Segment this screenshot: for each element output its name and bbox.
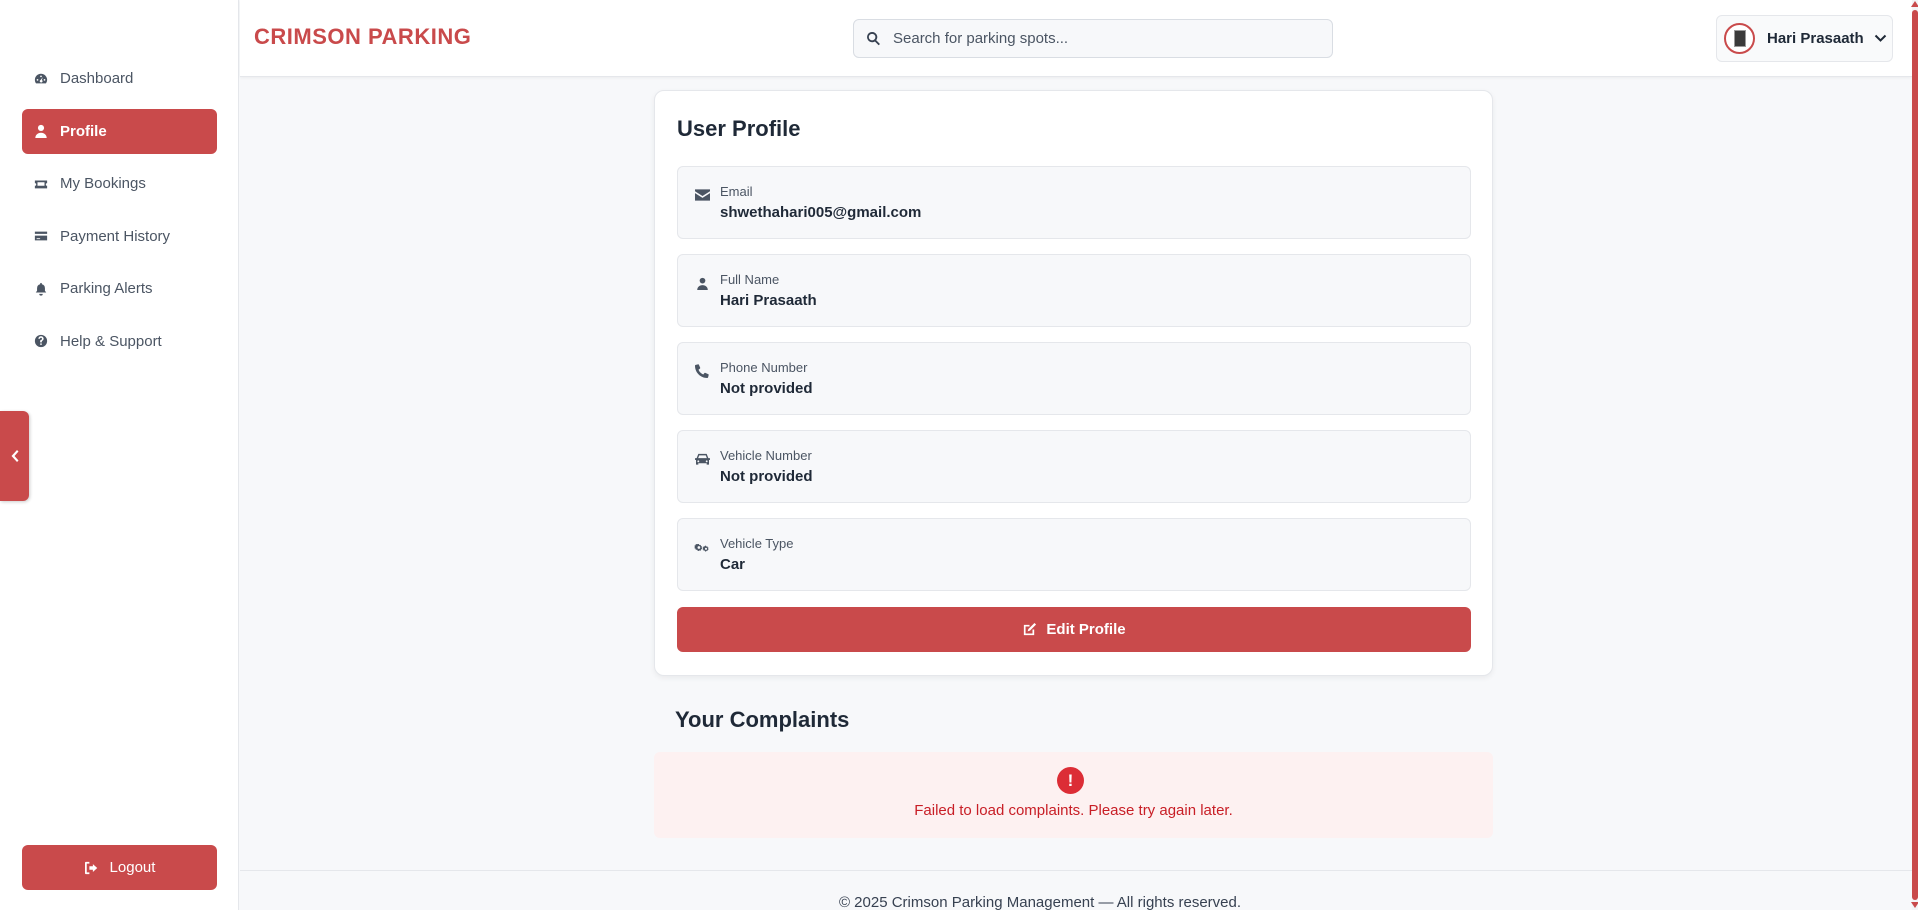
phone-icon <box>694 363 710 379</box>
sidebar-item-parking-alerts[interactable]: Parking Alerts <box>22 266 217 311</box>
complaints-heading: Your Complaints <box>675 707 850 732</box>
avatar <box>1724 23 1755 54</box>
logout-button[interactable]: Logout <box>22 845 217 890</box>
field-value: Not provided <box>720 380 813 397</box>
top-header: CRIMSON PARKING Hari Prasaath <box>240 0 1912 77</box>
user-icon <box>34 124 48 138</box>
dashboard-icon <box>34 72 48 86</box>
footer: © 2025 Crimson Parking Management — All … <box>240 870 1912 910</box>
logout-label: Logout <box>109 859 156 876</box>
field-value: shwethahari005@gmail.com <box>720 204 922 221</box>
sidebar-nav: Dashboard Profile My Bookings Payment Hi… <box>22 56 217 371</box>
credit-card-icon <box>34 229 48 243</box>
search-icon <box>867 31 880 46</box>
error-message: Failed to load complaints. Please try ag… <box>914 802 1233 819</box>
field-value: Not provided <box>720 468 813 485</box>
sidebar-item-dashboard[interactable]: Dashboard <box>22 56 217 101</box>
sidebar-item-label: Dashboard <box>60 70 134 87</box>
field-label: Vehicle Type <box>720 536 794 551</box>
search-input[interactable] <box>893 30 1313 47</box>
sidebar-item-label: My Bookings <box>60 175 146 192</box>
question-circle-icon <box>34 334 48 348</box>
user-menu-button[interactable]: Hari Prasaath <box>1716 15 1893 62</box>
car-icon <box>694 451 710 467</box>
field-label: Vehicle Number <box>720 448 812 463</box>
page-title: User Profile <box>677 116 801 141</box>
email-field: Email shwethahari005@gmail.com <box>677 166 1471 239</box>
sidebar: Dashboard Profile My Bookings Payment Hi… <box>0 0 239 910</box>
chevron-left-icon <box>11 450 19 462</box>
sidebar-collapse-button[interactable] <box>0 411 29 501</box>
envelope-icon <box>694 187 710 203</box>
vehicle-number-field: Vehicle Number Not provided <box>677 430 1471 503</box>
field-label: Full Name <box>720 272 780 287</box>
complaints-error-alert: ! Failed to load complaints. Please try … <box>654 752 1493 838</box>
search-bar[interactable] <box>853 19 1333 58</box>
sidebar-item-label: Help & Support <box>60 332 162 350</box>
field-label: Phone Number <box>720 360 808 375</box>
edit-profile-button[interactable]: Edit Profile <box>677 607 1471 652</box>
user-icon <box>694 275 710 291</box>
page-scrollbar-thumb[interactable] <box>1912 10 1918 900</box>
scroll-down-arrow-icon[interactable] <box>1911 902 1918 908</box>
footer-copyright: © 2025 Crimson Parking Management — All … <box>240 894 1912 910</box>
cogs-icon <box>694 539 710 555</box>
footer-copyright-text: © 2025 Crimson Parking Management — All … <box>838 894 1242 910</box>
ticket-icon <box>34 177 48 191</box>
sidebar-item-help-support[interactable]: Help & Support <box>22 319 217 364</box>
sidebar-item-label: Profile <box>60 122 107 140</box>
chevron-down-icon <box>1874 34 1886 42</box>
user-name: Hari Prasaath <box>1767 30 1864 47</box>
sidebar-item-my-bookings[interactable]: My Bookings <box>22 161 217 206</box>
full-name-field: Full Name Hari Prasaath <box>677 254 1471 327</box>
exclamation-circle-icon: ! <box>1057 767 1084 794</box>
sign-out-icon <box>84 861 97 874</box>
edit-profile-label: Edit Profile <box>1046 621 1126 638</box>
user-profile-card: User Profile Email shwethahari005@gmail.… <box>654 90 1493 676</box>
sidebar-item-profile[interactable]: Profile <box>22 108 217 154</box>
scroll-up-arrow-icon[interactable] <box>1911 1 1918 7</box>
field-value: Car <box>720 556 746 573</box>
sidebar-item-label: Payment History <box>60 227 171 245</box>
field-value: Hari Prasaath <box>720 292 817 309</box>
vehicle-type-field: Vehicle Type Car <box>677 518 1471 591</box>
phone-number-field: Phone Number Not provided <box>677 342 1471 415</box>
sidebar-item-payment-history[interactable]: Payment History <box>22 214 217 259</box>
edit-icon <box>1024 622 1037 636</box>
field-label: Email <box>720 184 753 199</box>
bell-icon <box>34 282 48 296</box>
sidebar-item-label: Parking Alerts <box>60 280 153 297</box>
brand-logo-text[interactable]: CRIMSON PARKING <box>254 24 471 50</box>
